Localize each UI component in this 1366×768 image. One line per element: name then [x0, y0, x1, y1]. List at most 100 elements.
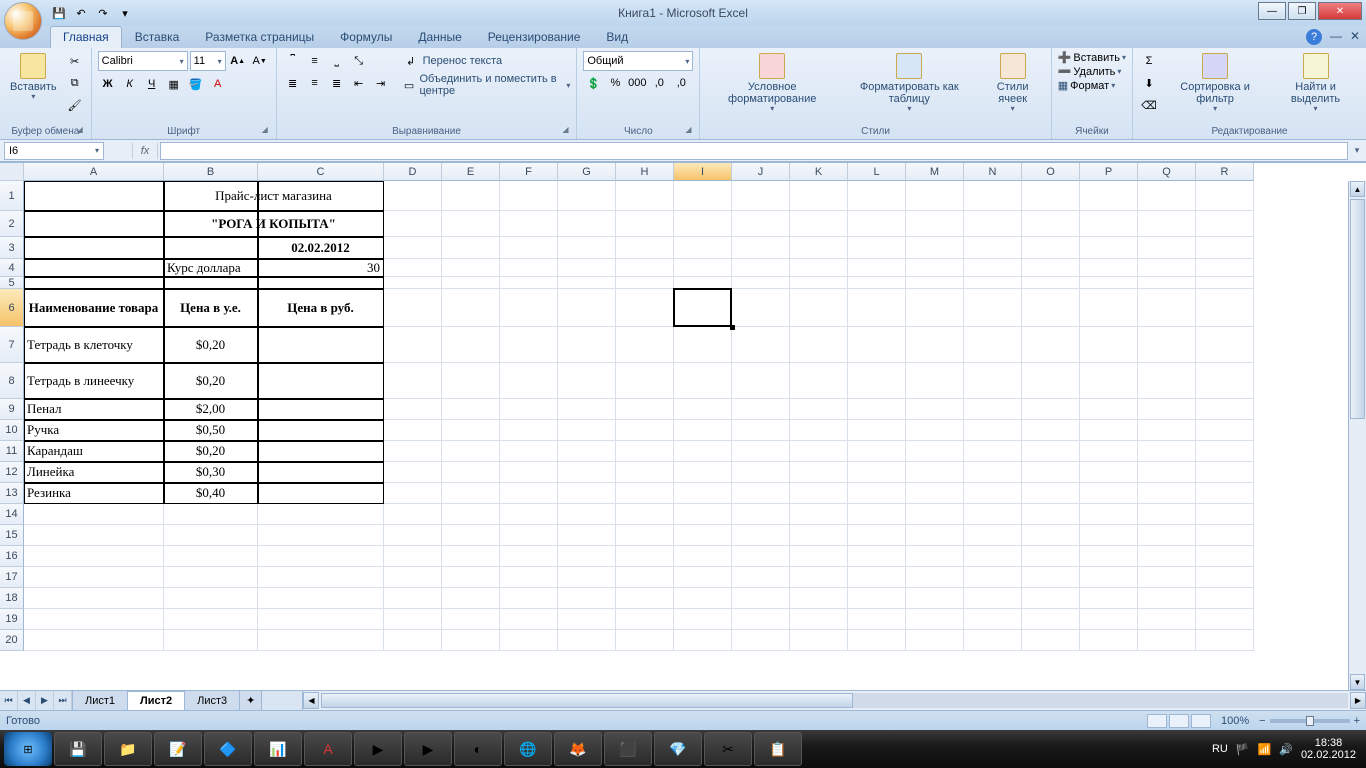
cell[interactable]	[258, 567, 384, 588]
workbook-close-icon[interactable]: ✕	[1350, 29, 1360, 43]
cell[interactable]	[558, 630, 616, 651]
cell[interactable]	[558, 483, 616, 504]
view-normal-icon[interactable]	[1147, 714, 1167, 728]
cell[interactable]	[1138, 211, 1196, 237]
cell[interactable]	[674, 211, 732, 237]
cell[interactable]	[1080, 399, 1138, 420]
formula-expand-icon[interactable]: ▾	[1348, 145, 1366, 156]
scroll-left-icon[interactable]: ◀	[303, 692, 319, 709]
cell[interactable]	[906, 630, 964, 651]
cell[interactable]	[616, 289, 674, 327]
font-color-icon[interactable]: A	[208, 74, 228, 94]
cell[interactable]	[1080, 504, 1138, 525]
cell[interactable]	[384, 525, 442, 546]
cell[interactable]	[674, 259, 732, 277]
cell[interactable]	[1022, 211, 1080, 237]
cell[interactable]	[906, 588, 964, 609]
cell[interactable]	[258, 327, 384, 363]
cell[interactable]	[1022, 504, 1080, 525]
cell[interactable]	[1080, 483, 1138, 504]
insert-cells-button[interactable]: ➕ Вставить ▾	[1058, 51, 1126, 64]
cell[interactable]	[616, 181, 674, 211]
scroll-up-icon[interactable]: ▲	[1350, 181, 1365, 197]
cell[interactable]	[732, 289, 790, 327]
align-middle-icon[interactable]: ≡	[305, 51, 325, 71]
cell[interactable]	[258, 630, 384, 651]
italic-button[interactable]: К	[120, 74, 140, 94]
cell[interactable]	[1138, 462, 1196, 483]
cell[interactable]	[1022, 483, 1080, 504]
cell[interactable]	[964, 259, 1022, 277]
cell[interactable]	[558, 211, 616, 237]
row-header[interactable]: 4	[0, 259, 24, 277]
row-header[interactable]: 3	[0, 237, 24, 259]
cell[interactable]	[558, 609, 616, 630]
cell[interactable]	[442, 211, 500, 237]
sort-filter-button[interactable]: Сортировка и фильтр▾	[1163, 51, 1267, 116]
number-format-combo[interactable]: Общий▾	[583, 51, 693, 71]
cell[interactable]	[674, 399, 732, 420]
cell[interactable]	[732, 181, 790, 211]
cell[interactable]	[24, 588, 164, 609]
cell[interactable]	[1080, 181, 1138, 211]
cell[interactable]: Прайс-лист магазина	[164, 181, 384, 211]
cell[interactable]	[1196, 363, 1254, 399]
tab-Данные[interactable]: Данные	[405, 26, 474, 48]
cell[interactable]	[964, 483, 1022, 504]
cell[interactable]	[674, 609, 732, 630]
minimize-button[interactable]: —	[1258, 2, 1286, 20]
row-header[interactable]: 6	[0, 289, 24, 327]
cell[interactable]	[384, 504, 442, 525]
border-icon[interactable]: ▦	[164, 74, 184, 94]
view-pagebreak-icon[interactable]	[1191, 714, 1211, 728]
task-item[interactable]: 📋	[754, 732, 802, 766]
cell[interactable]	[616, 363, 674, 399]
cell[interactable]	[442, 504, 500, 525]
cell[interactable]	[558, 441, 616, 462]
alignment-launcher-icon[interactable]: ◢	[562, 125, 574, 137]
cell[interactable]	[1138, 181, 1196, 211]
cell[interactable]	[732, 259, 790, 277]
tray-clock[interactable]: 18:38 02.02.2012	[1301, 737, 1356, 761]
cell[interactable]	[258, 441, 384, 462]
sheet-nav-prev-icon[interactable]: ◀	[18, 691, 36, 710]
row-header[interactable]: 19	[0, 609, 24, 630]
task-item[interactable]: 🦊	[554, 732, 602, 766]
cell[interactable]	[790, 181, 848, 211]
cell[interactable]	[164, 546, 258, 567]
cell[interactable]	[790, 327, 848, 363]
cell[interactable]	[1196, 609, 1254, 630]
cell[interactable]	[384, 181, 442, 211]
cell[interactable]	[616, 546, 674, 567]
sheet-nav-next-icon[interactable]: ▶	[36, 691, 54, 710]
cell[interactable]	[1138, 483, 1196, 504]
cell[interactable]	[1196, 441, 1254, 462]
cell[interactable]	[848, 211, 906, 237]
cell[interactable]	[500, 211, 558, 237]
cell[interactable]	[674, 525, 732, 546]
cell[interactable]	[1196, 462, 1254, 483]
cell[interactable]	[1196, 567, 1254, 588]
comma-icon[interactable]: 000	[627, 73, 647, 93]
row-header[interactable]: 12	[0, 462, 24, 483]
cell[interactable]	[384, 441, 442, 462]
cell[interactable]	[24, 546, 164, 567]
cell[interactable]	[1196, 259, 1254, 277]
row-header[interactable]: 5	[0, 277, 24, 289]
cell[interactable]	[384, 327, 442, 363]
cell[interactable]	[500, 399, 558, 420]
task-item[interactable]: 🔷	[204, 732, 252, 766]
cell[interactable]	[558, 289, 616, 327]
task-item[interactable]: ◐	[454, 732, 502, 766]
cell[interactable]	[558, 259, 616, 277]
cell[interactable]	[24, 211, 164, 237]
cell[interactable]	[906, 504, 964, 525]
task-item[interactable]: 📝	[154, 732, 202, 766]
cell[interactable]: $0,40	[164, 483, 258, 504]
cell[interactable]	[500, 277, 558, 289]
cell[interactable]	[1080, 237, 1138, 259]
cell[interactable]	[790, 259, 848, 277]
cell[interactable]	[616, 483, 674, 504]
cell[interactable]	[848, 237, 906, 259]
formula-input[interactable]	[160, 142, 1348, 160]
